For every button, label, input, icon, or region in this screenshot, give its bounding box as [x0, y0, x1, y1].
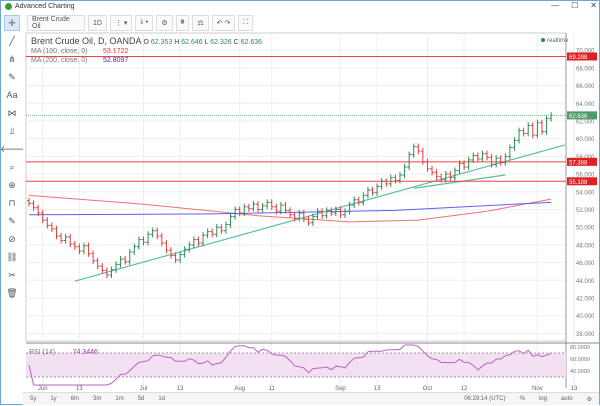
y-tick-label: 66.000	[576, 84, 595, 90]
rsi-label[interactable]: RSI (14)	[29, 349, 55, 356]
y-tick-label: 44.000	[576, 279, 595, 285]
ma100-label[interactable]: MA (100, close, 0)	[31, 48, 87, 55]
price-label: 57.388	[569, 160, 588, 166]
ma200-value: 52.8097	[102, 57, 129, 64]
y-tick-label: 42.000	[576, 297, 595, 303]
y-tick-label: 68.000	[576, 66, 595, 72]
settings-gear-icon[interactable]: ⚙	[580, 396, 599, 403]
chart-legend: Brent Crude Oil, D, OANDA O 62.353 H 62.…	[31, 37, 262, 65]
last-price-label: 62.636	[569, 114, 588, 120]
auto-toggle[interactable]: auto	[554, 396, 580, 402]
high-label: H	[174, 39, 180, 46]
open-value: 62.353	[150, 39, 173, 46]
price-label: 69.288	[569, 55, 588, 61]
rsi-tick-label: 80.0000	[570, 345, 590, 351]
open-label: O	[143, 39, 149, 46]
realtime-indicator: realtime	[541, 38, 568, 44]
rsi-tick-label: 40.0000	[570, 369, 590, 375]
low-value: 62.326	[210, 39, 232, 46]
range-3m[interactable]: 3m	[86, 396, 108, 402]
ma200-label[interactable]: MA (200, close, 0)	[31, 57, 87, 64]
low-label: L	[204, 39, 209, 46]
range-1m[interactable]: 1m	[108, 396, 130, 402]
y-tick-label: 62.000	[576, 120, 595, 126]
range-5d[interactable]: 5d	[131, 396, 152, 402]
range-1d[interactable]: 1d	[151, 396, 172, 402]
utc-clock: 06:29:14 (UTC)	[464, 396, 506, 402]
bottom-bar: 5y 1y 6m 3m 1m 5d 1d 06:29:14 (UTC) % lo…	[23, 392, 599, 405]
series-title: Brent Crude Oil, D, OANDA	[31, 36, 142, 46]
range-6m[interactable]: 6m	[64, 396, 86, 402]
percent-toggle[interactable]: %	[513, 396, 532, 402]
price-label: 55.188	[569, 180, 588, 186]
y-tick-label: 64.000	[576, 102, 595, 108]
plot-area	[25, 32, 567, 342]
realtime-dot-icon	[541, 38, 545, 42]
range-5y[interactable]: 5y	[23, 396, 43, 402]
realtime-label: realtime	[547, 38, 569, 44]
y-tick-label: 54.000	[576, 190, 595, 196]
close-value: 62.636	[240, 39, 263, 46]
rsi-value: 74.3446	[72, 349, 98, 356]
rsi-tick-label: 60.0000	[570, 357, 590, 363]
y-tick-label: 52.000	[576, 208, 595, 214]
rsi-legend: RSI (14) 74.3446	[29, 348, 98, 357]
close-label: C	[233, 39, 239, 46]
rsi-band	[26, 353, 566, 377]
y-tick-label: 60.000	[576, 137, 595, 143]
y-tick-label: 40.000	[576, 314, 595, 320]
range-1y[interactable]: 1y	[43, 396, 63, 402]
high-value: 62.646	[181, 39, 203, 46]
y-tick-label: 48.000	[576, 243, 595, 249]
y-tick-label: 50.000	[576, 226, 595, 232]
y-tick-label: 46.000	[576, 261, 595, 267]
y-tick-label: 38.000	[576, 332, 595, 338]
log-toggle[interactable]: log	[532, 396, 554, 402]
ma100-value: 53.1722	[102, 48, 129, 55]
